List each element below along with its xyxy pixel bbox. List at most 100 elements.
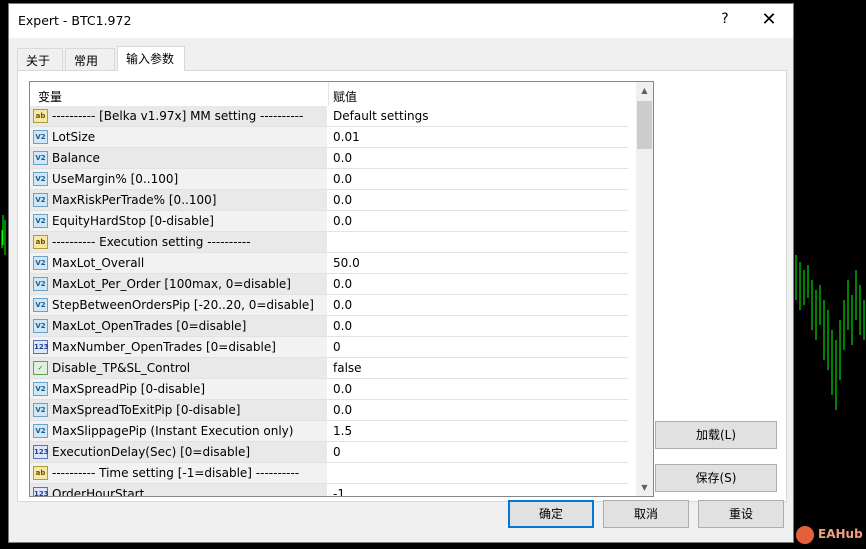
scrollbar-thumb[interactable] [637, 101, 652, 149]
parameter-value[interactable]: 1.5 [333, 424, 352, 438]
parameter-row[interactable]: V2 UseMargin% [0..100] 0.0 [30, 169, 628, 190]
parameter-value-cell[interactable]: -1 [329, 484, 628, 496]
parameter-value-cell[interactable] [329, 463, 628, 483]
parameter-row[interactable]: V2 MaxLot_Overall 50.0 [30, 253, 628, 274]
title-bar[interactable]: Expert - BTC1.972 ? ✕ [9, 4, 793, 38]
parameter-value[interactable]: false [333, 361, 362, 375]
parameter-value[interactable]: 0.0 [333, 151, 352, 165]
parameter-value-cell[interactable]: 0.0 [329, 148, 628, 168]
parameter-name-cell[interactable]: V2 Balance [30, 148, 328, 168]
load-button[interactable]: 加载(L) [655, 421, 777, 449]
parameter-value-cell[interactable]: 0.0 [329, 316, 628, 336]
parameter-name: LotSize [52, 130, 96, 144]
parameter-value[interactable]: 0.0 [333, 277, 352, 291]
parameter-value-cell[interactable]: 1.5 [329, 421, 628, 441]
parameter-row[interactable]: 123 ExecutionDelay(Sec) [0=disable] 0 [30, 442, 628, 463]
parameter-row[interactable]: V2 Balance 0.0 [30, 148, 628, 169]
parameter-value[interactable]: 0.0 [333, 214, 352, 228]
parameter-row[interactable]: V2 MaxSpreadPip [0-disable] 0.0 [30, 379, 628, 400]
parameter-value[interactable]: 50.0 [333, 256, 360, 270]
parameter-row[interactable]: V2 StepBetweenOrdersPip [-20..20, 0=disab… [30, 295, 628, 316]
parameter-value-cell[interactable]: 0.0 [329, 295, 628, 315]
parameter-row[interactable]: V2 MaxRiskPerTrade% [0..100] 0.0 [30, 190, 628, 211]
parameter-name: ---------- Time setting [-1=disable] ---… [52, 466, 300, 480]
scroll-down-arrow-icon[interactable]: ▼ [636, 479, 653, 496]
scroll-up-arrow-icon[interactable]: ▲ [636, 82, 653, 99]
parameter-row[interactable]: 123 OrderHourStart -1 [30, 484, 628, 496]
parameter-value-cell[interactable]: 0 [329, 442, 628, 462]
parameter-value-cell[interactable]: 0 [329, 337, 628, 357]
parameter-value[interactable]: 0.0 [333, 172, 352, 186]
reset-button[interactable]: 重设 [698, 500, 784, 528]
parameter-row[interactable]: V2 LotSize 0.01 [30, 127, 628, 148]
parameter-name-cell[interactable]: V2 MaxSlippagePip (Instant Execution only… [30, 421, 328, 441]
header-variable[interactable]: 变量 [38, 88, 62, 105]
close-button[interactable]: ✕ [757, 9, 781, 33]
watermark-text: EAHub [818, 527, 863, 541]
parameter-value[interactable]: 0.0 [333, 382, 352, 396]
parameter-name-cell[interactable]: V2 MaxLot_Overall [30, 253, 328, 273]
parameter-name-cell[interactable]: V2 EquityHardStop [0-disable] [30, 211, 328, 231]
parameter-name-cell[interactable]: V2 MaxLot_Per_Order [100max, 0=disable] [30, 274, 328, 294]
parameter-name-cell[interactable]: 123 ExecutionDelay(Sec) [0=disable] [30, 442, 328, 462]
parameter-name-cell[interactable]: ✓ Disable_TP&SL_Control [30, 358, 328, 378]
parameter-value-cell[interactable]: 0.0 [329, 190, 628, 210]
parameter-value-cell[interactable]: 0.0 [329, 169, 628, 189]
parameter-value[interactable]: Default settings [333, 109, 429, 123]
parameter-value[interactable]: 0.0 [333, 319, 352, 333]
tab-common[interactable]: 常用 [65, 48, 115, 70]
parameter-name-cell[interactable]: V2 MaxRiskPerTrade% [0..100] [30, 190, 328, 210]
parameter-value-cell[interactable]: false [329, 358, 628, 378]
save-button[interactable]: 保存(S) [655, 464, 777, 492]
parameter-row[interactable]: V2 EquityHardStop [0-disable] 0.0 [30, 211, 628, 232]
parameter-name-cell[interactable]: 123 MaxNumber_OpenTrades [0=disable] [30, 337, 328, 357]
parameter-name-cell[interactable]: V2 MaxSpreadToExitPip [0-disable] [30, 400, 328, 420]
parameter-row[interactable]: V2 MaxSpreadToExitPip [0-disable] 0.0 [30, 400, 628, 421]
parameter-value[interactable]: 0.01 [333, 130, 360, 144]
tab-inputs[interactable]: 输入参数 [117, 46, 185, 71]
parameter-name-cell[interactable]: V2 MaxSpreadPip [0-disable] [30, 379, 328, 399]
watermark: EAHub [796, 524, 866, 546]
parameter-name: ---------- [Belka v1.97x] MM setting ---… [52, 109, 304, 123]
grid-scrollbar[interactable]: ▲ ▼ [636, 82, 653, 496]
parameter-row[interactable]: ab ---------- [Belka v1.97x] MM setting -… [30, 106, 628, 127]
tab-about[interactable]: 关于 [17, 48, 63, 70]
parameters-grid[interactable]: 变量 赋值 ab ---------- [Belka v1.97x] MM set… [29, 81, 654, 497]
parameter-row[interactable]: 123 MaxNumber_OpenTrades [0=disable] 0 [30, 337, 628, 358]
parameter-name-cell[interactable]: ab ---------- Time setting [-1=disable] -… [30, 463, 328, 483]
parameter-name-cell[interactable]: V2 LotSize [30, 127, 328, 147]
parameter-value-cell[interactable]: 0.0 [329, 379, 628, 399]
parameter-value[interactable]: 0 [333, 445, 341, 459]
help-button[interactable]: ? [713, 11, 737, 31]
parameter-value-cell[interactable]: 0.0 [329, 274, 628, 294]
parameter-name-cell[interactable]: V2 StepBetweenOrdersPip [-20..20, 0=disab… [30, 295, 328, 315]
parameter-row[interactable]: V2 MaxSlippagePip (Instant Execution only… [30, 421, 628, 442]
parameter-name-cell[interactable]: ab ---------- Execution setting ---------… [30, 232, 328, 252]
parameter-value-cell[interactable]: 0.0 [329, 211, 628, 231]
parameter-value-cell[interactable]: 0.01 [329, 127, 628, 147]
parameter-value-cell[interactable]: Default settings [329, 106, 628, 126]
parameter-value-cell[interactable] [329, 232, 628, 252]
header-value[interactable]: 赋值 [333, 88, 357, 105]
ok-button[interactable]: 确定 [508, 500, 594, 528]
parameter-value-cell[interactable]: 50.0 [329, 253, 628, 273]
parameter-value[interactable]: 0.0 [333, 403, 352, 417]
parameter-name-cell[interactable]: V2 UseMargin% [0..100] [30, 169, 328, 189]
parameter-name-cell[interactable]: 123 OrderHourStart [30, 484, 328, 496]
parameter-value-cell[interactable]: 0.0 [329, 400, 628, 420]
parameter-value[interactable]: 0 [333, 340, 341, 354]
parameter-row[interactable]: V2 MaxLot_OpenTrades [0=disable] 0.0 [30, 316, 628, 337]
expert-properties-dialog: Expert - BTC1.972 ? ✕ 关于 常用 输入参数 变量 赋值 a… [8, 3, 794, 543]
parameter-row[interactable]: ✓ Disable_TP&SL_Control false [30, 358, 628, 379]
parameter-name-cell[interactable]: V2 MaxLot_OpenTrades [0=disable] [30, 316, 328, 336]
parameter-row[interactable]: V2 MaxLot_Per_Order [100max, 0=disable] 0.… [30, 274, 628, 295]
parameter-row[interactable]: ab ---------- Time setting [-1=disable] -… [30, 463, 628, 484]
cancel-button[interactable]: 取消 [603, 500, 689, 528]
parameter-value[interactable]: 0.0 [333, 193, 352, 207]
parameter-value[interactable]: 0.0 [333, 298, 352, 312]
double-type-icon: V2 [33, 214, 48, 228]
parameter-row[interactable]: ab ---------- Execution setting ---------… [30, 232, 628, 253]
header-separator[interactable] [328, 82, 329, 106]
parameter-value[interactable]: -1 [333, 487, 345, 496]
parameter-name-cell[interactable]: ab ---------- [Belka v1.97x] MM setting -… [30, 106, 328, 126]
